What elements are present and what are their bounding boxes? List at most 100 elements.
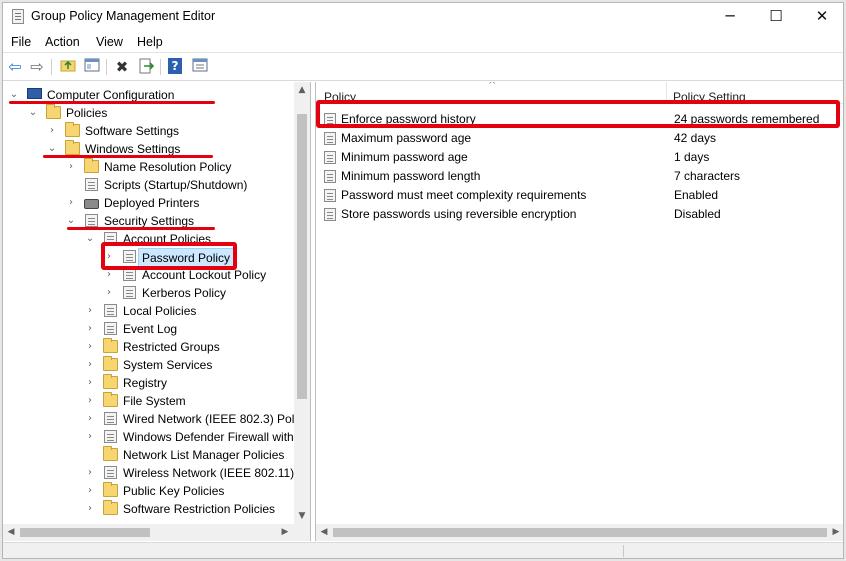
policy-setting-icon: [324, 170, 336, 183]
folder-icon: [103, 392, 118, 407]
tree-horizontal-scrollbar[interactable]: ◀ ▶: [3, 524, 310, 541]
up-folder-icon[interactable]: [59, 58, 77, 76]
export-list-icon[interactable]: [137, 58, 155, 76]
folder-icon: [103, 446, 118, 461]
chevron-right-icon[interactable]: ›: [85, 392, 95, 410]
menu-action[interactable]: Action: [45, 35, 80, 49]
details-pane: ^ Policy Policy Setting Enforce password…: [315, 82, 843, 541]
computer-icon: [27, 88, 42, 99]
chevron-right-icon[interactable]: ›: [85, 320, 95, 338]
tree-label: Deployed Printers: [104, 196, 200, 210]
chevron-down-icon[interactable]: ⌄: [85, 230, 95, 248]
policy-row[interactable]: Password must meet complexity requiremen…: [316, 186, 843, 205]
toolbar-separator: [106, 59, 107, 75]
details-horizontal-scrollbar[interactable]: ◀ ▶: [316, 524, 843, 541]
status-bar: [3, 542, 843, 558]
maximize-button[interactable]: ☐: [753, 3, 799, 31]
help-icon[interactable]: ?: [168, 58, 182, 74]
tree-label: Windows Defender Firewall with: [123, 430, 294, 444]
policy-row[interactable]: Minimum password length 7 characters: [316, 167, 843, 186]
tree-label: Restricted Groups: [123, 340, 220, 354]
chevron-right-icon[interactable]: ›: [66, 194, 76, 212]
forward-arrow-icon[interactable]: ⇨: [28, 58, 46, 76]
scroll-left-icon[interactable]: ◀: [3, 524, 19, 540]
chevron-down-icon[interactable]: ⌄: [28, 104, 38, 122]
policy-icon: [123, 286, 136, 299]
chevron-right-icon[interactable]: ›: [47, 122, 57, 140]
scroll-thumb[interactable]: [333, 528, 827, 537]
tree-vertical-scrollbar[interactable]: ▲ ▼: [294, 82, 310, 524]
chevron-right-icon[interactable]: ›: [104, 284, 114, 302]
chevron-right-icon[interactable]: ›: [85, 356, 95, 374]
policy-row[interactable]: Maximum password age 42 days: [316, 129, 843, 148]
annotation-underline: [67, 227, 215, 230]
chevron-right-icon[interactable]: ›: [85, 428, 95, 446]
policy-setting-icon: [324, 132, 336, 145]
folder-icon: [65, 122, 80, 137]
chevron-right-icon[interactable]: ›: [85, 302, 95, 320]
minimize-button[interactable]: ─: [707, 3, 753, 31]
back-arrow-icon[interactable]: ⇦: [6, 58, 24, 76]
chevron-right-icon[interactable]: ›: [85, 410, 95, 428]
tree-label: Scripts (Startup/Shutdown): [104, 178, 248, 192]
policy-value: Disabled: [674, 207, 721, 221]
menu-view[interactable]: View: [96, 35, 123, 49]
annotation-box: [316, 100, 840, 128]
folder-icon: [103, 482, 118, 497]
scroll-thumb[interactable]: [20, 528, 150, 537]
folder-icon: [84, 158, 99, 173]
policy-icon: [104, 322, 117, 335]
chevron-right-icon[interactable]: ›: [85, 500, 95, 518]
folder-icon: [46, 104, 61, 119]
properties-icon[interactable]: [191, 58, 209, 76]
scroll-thumb[interactable]: [297, 114, 307, 399]
folder-icon: [103, 356, 118, 371]
policy-row[interactable]: Store passwords using reversible encrypt…: [316, 205, 843, 224]
policy-setting-icon: [324, 189, 336, 202]
tree-label: System Services: [123, 358, 213, 372]
scroll-up-icon[interactable]: ▲: [294, 82, 310, 98]
close-button[interactable]: ✕: [799, 3, 845, 31]
toolbar-separator: [160, 59, 161, 75]
policy-value: 42 days: [674, 131, 717, 145]
security-shield-icon: [85, 214, 98, 227]
sort-ascending-icon: ^: [488, 82, 497, 91]
scroll-left-icon[interactable]: ◀: [316, 524, 332, 540]
toolbar: ⇦ ⇨ ✖ ?: [3, 54, 843, 81]
scroll-right-icon[interactable]: ▶: [828, 524, 843, 540]
firewall-icon: [104, 430, 117, 443]
tree-label: Name Resolution Policy: [104, 160, 232, 174]
network-icon: [104, 412, 117, 425]
policy-setting-icon: [324, 151, 336, 164]
delete-icon[interactable]: ✖: [113, 58, 131, 76]
scroll-down-icon[interactable]: ▼: [294, 508, 310, 524]
menu-file[interactable]: File: [11, 35, 31, 49]
chevron-right-icon[interactable]: ›: [85, 464, 95, 482]
folder-icon: [65, 140, 80, 155]
tree-label: Policies: [66, 106, 108, 120]
script-icon: [85, 178, 98, 191]
tree-label: Network List Manager Policies: [123, 448, 285, 462]
chevron-right-icon[interactable]: ›: [66, 158, 76, 176]
tree-label: Public Key Policies: [123, 484, 225, 498]
menu-help[interactable]: Help: [137, 35, 163, 49]
policy-icon: [104, 304, 117, 317]
tree-label: File System: [123, 394, 186, 408]
menu-bar: File Action View Help: [3, 31, 843, 53]
scroll-right-icon[interactable]: ▶: [277, 524, 293, 540]
toolbar-separator: [51, 59, 52, 75]
policy-value: Enabled: [674, 188, 719, 202]
policy-name: Password must meet complexity requiremen…: [341, 188, 587, 202]
policy-value: 1 days: [674, 150, 710, 164]
policy-value: 7 characters: [674, 169, 741, 183]
title-bar: Group Policy Management Editor ─ ☐ ✕: [3, 3, 843, 31]
printer-icon: [84, 199, 99, 209]
annotation-underline: [43, 155, 213, 158]
chevron-right-icon[interactable]: ›: [85, 338, 95, 356]
policy-row[interactable]: Minimum password age 1 days: [316, 148, 843, 167]
app-window: Group Policy Management Editor ─ ☐ ✕ Fil…: [2, 2, 844, 559]
console-tree-icon[interactable]: [83, 58, 101, 76]
chevron-right-icon[interactable]: ›: [85, 374, 95, 392]
folder-icon: [103, 500, 118, 515]
chevron-right-icon[interactable]: ›: [85, 482, 95, 500]
